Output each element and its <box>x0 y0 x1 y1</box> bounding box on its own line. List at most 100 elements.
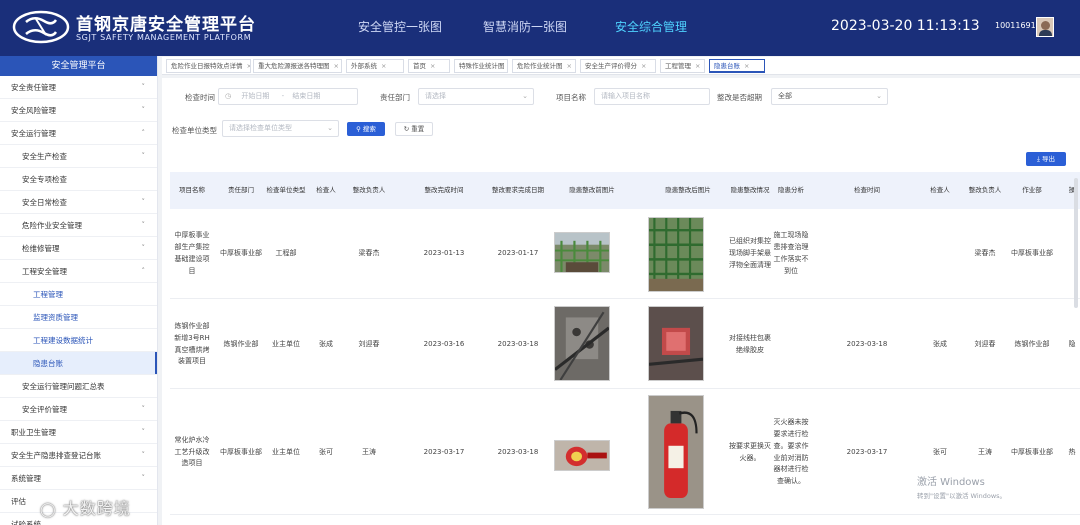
table-cell: 中厚板事业部 <box>220 249 262 258</box>
unit-type-placeholder: 请选择检查单位类型 <box>229 124 292 132</box>
table-cell: 梁春杰 <box>358 249 380 258</box>
overdue-label: 整改是否超期 <box>717 93 762 102</box>
search-button[interactable]: ⚲ 搜索 <box>347 122 385 136</box>
table-cell: 2023-03-18 <box>497 339 539 348</box>
chevron-down-icon: ˅ <box>141 198 146 206</box>
tab-label: 重大危险源报送各特理图 <box>258 62 330 70</box>
sidebar-item-label: 评估 <box>11 497 26 506</box>
sidebar-item[interactable]: 安全运行管理问题汇总表 <box>0 375 157 398</box>
user-id[interactable]: 10011691 <box>995 21 1036 30</box>
before-rectification-photo[interactable] <box>554 440 610 471</box>
table-cell: 梁春杰 <box>974 249 996 258</box>
sidebar-item-label: 试验系统 <box>11 520 41 525</box>
column-header: 隐患分析 <box>778 185 804 194</box>
sidebar-item[interactable]: 安全责任管理 ˅ <box>0 76 157 99</box>
reset-button[interactable]: ↻ 重置 <box>395 122 433 136</box>
dept-select[interactable]: 请选择 ⌄ <box>418 88 534 105</box>
sidebar-item[interactable]: 工程安全管理 ˄ <box>0 260 157 283</box>
close-icon[interactable]: × <box>641 62 646 70</box>
table-cell: 已组织对集控现场脚手架悬浮物全面清理 <box>729 237 771 269</box>
tab[interactable]: 工程管理 × <box>660 59 705 73</box>
nav-smart-fire-map[interactable]: 智慧消防一张图 <box>483 18 567 35</box>
column-header: 整改要求完成日期 <box>492 185 544 194</box>
tab[interactable]: 重大危险源报送各特理图 × <box>253 59 342 73</box>
reset-button-label: 重置 <box>411 125 425 133</box>
sidebar-item[interactable]: 工程管理 <box>0 283 157 306</box>
chevron-down-icon: ˅ <box>141 106 146 114</box>
tab[interactable]: 特殊作业统计图× <box>454 59 508 73</box>
export-button[interactable]: ⤓ 导出 <box>1026 152 1066 166</box>
sidebar-item-label: 安全日常检查 <box>22 198 67 207</box>
sidebar-item-label: 安全运行管理问题汇总表 <box>22 382 105 391</box>
refresh-icon: ↻ <box>403 125 410 133</box>
tab[interactable]: 危险作业日报特效点详情 × <box>166 59 251 73</box>
sidebar-item-label: 安全运行管理 <box>11 129 56 138</box>
project-input[interactable]: 请输入项目名称 <box>594 88 710 105</box>
table-header: 项目名称 责任部门 检查单位类型 检查人 整改负责人 整改完成时间 整改要求完成日期 隐患整改… <box>170 172 1080 209</box>
after-rectification-photo[interactable] <box>648 306 704 381</box>
sidebar-item[interactable]: 安全日常检查 ˅ <box>0 191 157 214</box>
start-date-input[interactable]: 开始日期 <box>241 92 269 100</box>
unit-type-label: 检查单位类型 <box>172 126 217 135</box>
close-icon[interactable]: × <box>430 62 435 70</box>
table-cell: 中厚板事业部 <box>1011 447 1053 456</box>
tab[interactable]: 安全生产评价得分 × <box>580 59 656 73</box>
table-cell: 王涛 <box>362 447 376 456</box>
close-icon[interactable]: × <box>334 62 339 70</box>
after-rectification-photo[interactable] <box>648 395 704 509</box>
tab[interactable]: 首页 × <box>408 59 450 73</box>
sidebar-item-label: 安全责任管理 <box>11 83 56 92</box>
overdue-select[interactable]: 全部 ⌄ <box>771 88 888 105</box>
close-icon[interactable]: × <box>381 62 386 70</box>
chevron-down-icon: ⌄ <box>522 92 528 100</box>
unit-type-select[interactable]: 请选择检查单位类型 ⌄ <box>222 120 339 137</box>
before-rectification-photo[interactable] <box>554 232 610 273</box>
nav-safety-integrated[interactable]: 安全综合管理 <box>615 18 687 35</box>
table-cell: 2023-03-17 <box>846 447 888 456</box>
before-rectification-photo[interactable] <box>554 306 610 381</box>
tab-label: 工程管理 <box>665 62 691 70</box>
nav-safety-control-map[interactable]: 安全管控一张图 <box>358 18 442 35</box>
chevron-down-icon: ⌄ <box>876 92 882 100</box>
vertical-scrollbar[interactable] <box>1074 178 1078 308</box>
table-cell: 中厚板事业部 <box>220 447 262 456</box>
sidebar-item[interactable]: 安全运行管理 ˄ <box>0 122 157 145</box>
sidebar-item-label: 危险作业安全管理 <box>22 221 82 230</box>
sidebar-item[interactable]: 安全生产检查 ˅ <box>0 145 157 168</box>
sidebar-item[interactable]: 安全生产隐患排查登记台账 ˅ <box>0 444 157 467</box>
sidebar-item[interactable]: 系统管理 ˅ <box>0 467 157 490</box>
sidebar-item[interactable]: 隐患台账 <box>0 352 157 375</box>
sidebar-item-label: 检维修管理 <box>22 244 60 253</box>
brand-watermark-icon: ◯ <box>40 502 57 518</box>
table-cell: 常化炉水冷工艺升级改造项目 <box>174 435 210 468</box>
table-row[interactable]: 炼钢作业部新增3号RH真空槽烘烤装置项目 炼钢作业部 业主单位 张成 刘迎春 2023-0… <box>170 300 1080 389</box>
column-header: 项目名称 <box>179 185 205 194</box>
sidebar-item[interactable]: 安全评价管理 ˅ <box>0 398 157 421</box>
close-icon[interactable]: × <box>567 62 572 70</box>
table-cell: 业主单位 <box>272 339 300 348</box>
close-icon[interactable]: × <box>744 62 749 70</box>
sidebar-item[interactable]: 安全专项检查 <box>0 168 157 191</box>
sidebar-item-label: 工程安全管理 <box>22 267 67 276</box>
sidebar-item[interactable]: 危险作业安全管理 ˅ <box>0 214 157 237</box>
sidebar-item[interactable]: 安全风险管理 ˅ <box>0 99 157 122</box>
sidebar-item[interactable]: 监理资质管理 <box>0 306 157 329</box>
chevron-down-icon: ˅ <box>141 405 146 413</box>
column-header: 隐患整改前图片 <box>569 185 615 194</box>
end-date-input[interactable]: 结束日期 <box>292 92 320 100</box>
avatar[interactable] <box>1036 17 1054 37</box>
tab[interactable]: 外部系统 × <box>346 59 404 73</box>
chevron-up-icon: ˄ <box>141 267 146 275</box>
sidebar-item[interactable]: 检维修管理 ˅ <box>0 237 157 260</box>
after-rectification-photo[interactable] <box>648 217 704 292</box>
tab-label: 特殊作业统计图 <box>459 62 505 70</box>
close-icon[interactable]: × <box>695 62 700 70</box>
table-row[interactable]: 中厚板事业部生产集控基础建设项目 中厚板事业部 工程部 梁春杰 2023-01-13 20… <box>170 209 1080 299</box>
tab[interactable]: 隐患台账 × <box>709 59 765 73</box>
tab[interactable]: 危险作业统计图 × <box>512 59 576 73</box>
close-icon[interactable]: × <box>247 62 251 70</box>
sidebar-item[interactable]: 职业卫生管理 ˅ <box>0 421 157 444</box>
check-time-label: 检查时间 <box>185 93 215 102</box>
check-time-range[interactable]: ◷ 开始日期 - 结束日期 <box>218 88 358 105</box>
sidebar-item[interactable]: 工程建设数据统计 <box>0 329 157 352</box>
